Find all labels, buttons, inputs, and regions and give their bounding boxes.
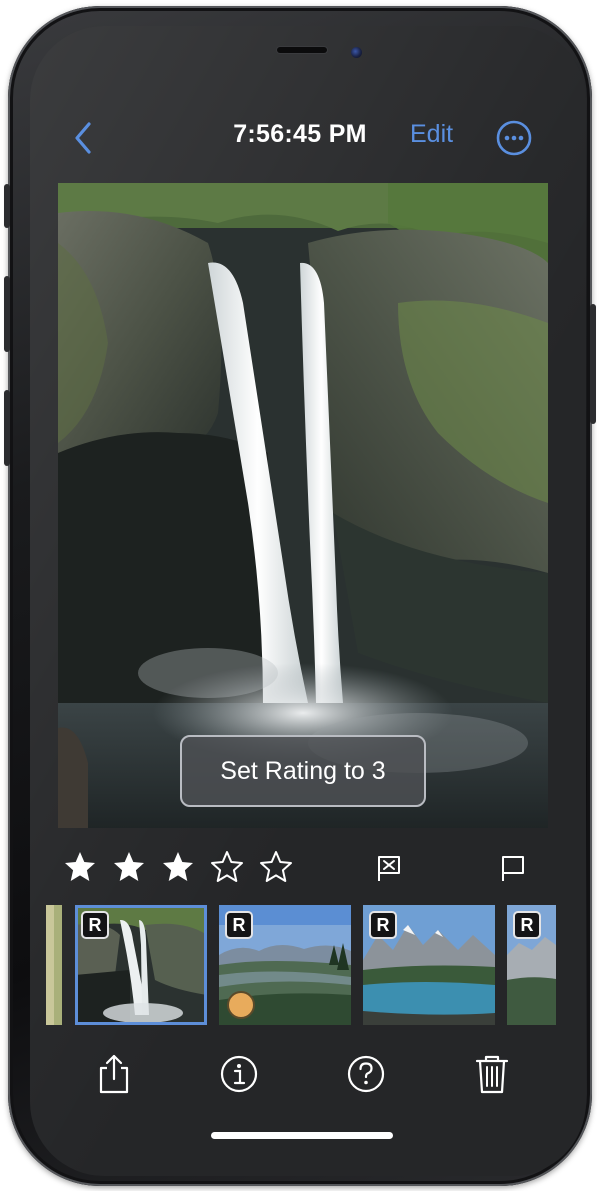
star-5-button[interactable] <box>258 849 294 885</box>
filmstrip-thumb-previous[interactable] <box>46 905 62 1025</box>
main-photo[interactable] <box>58 183 548 828</box>
filmstrip-thumb-mountain-valley[interactable]: R <box>219 905 351 1025</box>
star-outline-icon <box>211 851 243 882</box>
volume-up-button <box>4 276 10 352</box>
pick-flag-button[interactable] <box>498 853 528 883</box>
star-4-button[interactable] <box>209 849 245 885</box>
raw-badge: R <box>513 911 541 939</box>
help-icon <box>347 1055 385 1093</box>
flag-icon <box>502 856 524 881</box>
filmstrip-thumb-mountain-lake[interactable]: R <box>363 905 495 1025</box>
star-3-button[interactable] <box>160 849 196 885</box>
thumb-image <box>46 905 62 1025</box>
chevron-left-icon <box>75 122 91 154</box>
filmstrip[interactable]: R R R R <box>46 903 556 1027</box>
rating-bar <box>58 845 548 893</box>
help-button[interactable] <box>344 1052 388 1096</box>
star-filled-icon <box>65 852 95 881</box>
raw-badge: R <box>225 911 253 939</box>
waterfall-photo <box>58 183 548 828</box>
info-icon <box>220 1055 258 1093</box>
star-outline-icon <box>260 851 292 882</box>
share-icon <box>99 1054 129 1094</box>
color-label-dot <box>227 991 255 1019</box>
ellipsis-circle-icon <box>496 120 532 156</box>
share-button[interactable] <box>92 1052 136 1096</box>
front-camera <box>351 47 362 58</box>
trash-icon <box>475 1055 509 1094</box>
photo-timestamp: 7:56:45 PM <box>233 120 367 148</box>
filmstrip-thumb-waterfall[interactable]: R <box>75 905 207 1025</box>
raw-badge: R <box>369 911 397 939</box>
filmstrip-thumb-mountain-peaks[interactable]: R <box>507 905 556 1025</box>
volume-down-button <box>4 390 10 466</box>
star-1-button[interactable] <box>62 849 98 885</box>
star-filled-icon <box>114 852 144 881</box>
star-filled-icon <box>163 852 193 881</box>
mute-switch <box>4 184 10 228</box>
back-button[interactable] <box>68 118 98 158</box>
power-button <box>590 304 596 424</box>
navigation-bar: 7:56:45 PM Edit <box>50 110 550 164</box>
rating-toast: Set Rating to 3 <box>180 735 426 807</box>
more-button[interactable] <box>496 120 532 156</box>
reject-flag-button[interactable] <box>374 853 404 883</box>
raw-badge: R <box>81 911 109 939</box>
home-indicator[interactable] <box>211 1132 393 1139</box>
star-2-button[interactable] <box>111 849 147 885</box>
delete-button[interactable] <box>470 1052 514 1096</box>
info-button[interactable] <box>217 1052 261 1096</box>
reject-flag-icon <box>378 856 400 881</box>
earpiece-speaker <box>277 47 327 53</box>
edit-button[interactable]: Edit <box>410 120 453 149</box>
